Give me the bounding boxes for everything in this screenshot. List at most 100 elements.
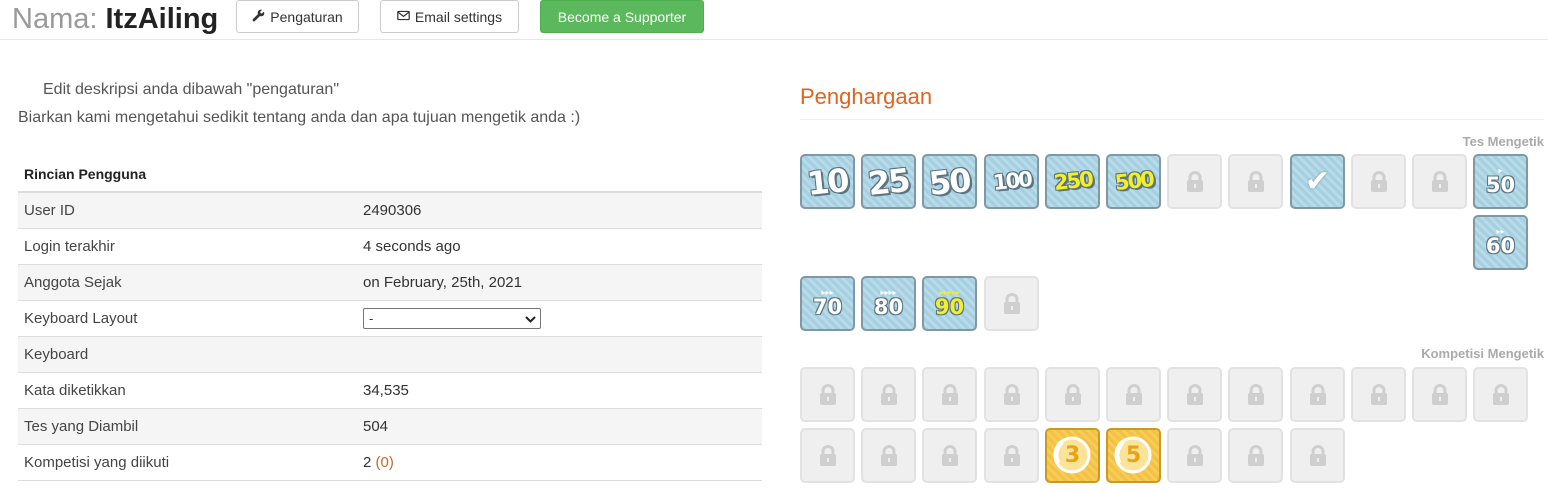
tests-count-award-badge[interactable]: 100 [984,154,1039,209]
competitions-extra: (0) [375,454,394,471]
locked-award-badge[interactable] [1167,367,1222,422]
badge-number: 60 [1485,234,1516,258]
locked-award-badge[interactable] [800,367,855,422]
locked-award-badge[interactable] [800,428,855,483]
locked-award-badge[interactable] [1167,428,1222,483]
badge-number: 250 [1052,167,1093,195]
locked-award-badge[interactable] [1228,154,1283,209]
speed-award-badge[interactable]: ▸▸▸▸▸ 90 [922,276,977,331]
locked-award-badge[interactable] [1412,154,1467,209]
badge-number: 100 [991,167,1032,195]
tests-count-award-badge[interactable]: 50 [922,154,977,209]
tests-count-award-badge[interactable]: 500 [1106,154,1161,209]
description-line-1: Edit deskripsi anda dibawah "pengaturan" [43,81,339,98]
lock-icon [1001,292,1023,316]
settings-button-label: Pengaturan [270,8,343,25]
speed-award-badge[interactable]: ▸▸▸▸ 80 [861,276,916,331]
lock-icon [1368,383,1390,407]
lock-icon [1184,444,1206,468]
locked-award-badge[interactable] [1351,154,1406,209]
supporter-button-label: Become a Supporter [557,8,687,25]
lock-icon [1245,170,1267,194]
competition-award-badge[interactable]: 5 [1106,428,1161,483]
lock-icon [817,444,839,468]
become-supporter-button[interactable]: Become a Supporter [540,0,704,33]
description-line-2: Biarkan kami mengetahui sedikit tentang … [18,109,581,126]
speed-award-badge[interactable]: ▸▸ 60 [1473,215,1528,270]
speed-award-badge[interactable]: ▸ 50 [1473,154,1528,209]
tests-count-award-badge[interactable]: 250 [1045,154,1100,209]
competitions-label: Kompetisi yang diikuti [24,454,170,471]
table-row: Keyboard Layout - [18,301,762,337]
accuracy-award-badge[interactable]: ✔ [1290,154,1345,209]
table-row: Login terakhir 4 seconds ago [18,229,762,265]
keyboard-layout-cell: - [363,308,762,329]
lock-icon [1368,170,1390,194]
badge-number: 500 [1113,167,1154,195]
locked-award-badge[interactable] [1473,367,1528,422]
keyboard-layout-selected: - [369,311,374,326]
words-typed-label: Kata diketikkan [24,382,126,399]
lock-icon [1307,383,1329,407]
keyboard-layout-select[interactable]: - [363,308,541,329]
settings-button[interactable]: Pengaturan [236,0,359,33]
table-row: Kata diketikkan 34,535 [18,373,762,409]
lock-icon [1184,383,1206,407]
locked-award-badge[interactable] [1351,367,1406,422]
lock-icon [1062,383,1084,407]
lock-icon [1429,170,1451,194]
locked-award-badge[interactable] [984,367,1039,422]
locked-award-badge[interactable] [1045,367,1100,422]
lock-icon [1001,383,1023,407]
page-title: Nama: ItzAiling [12,2,218,36]
lock-icon [1245,444,1267,468]
tests-count-award-badge[interactable]: 10 [800,154,855,209]
badge-number: 50 [1485,173,1516,197]
tests-count-award-badge[interactable]: 25 [861,154,916,209]
locked-award-badge[interactable] [1167,154,1222,209]
words-typed-value: 34,535 [363,382,409,399]
lock-icon [1184,170,1206,194]
badge-number: 10 [805,160,850,203]
locked-award-badge[interactable] [1290,367,1345,422]
lock-icon [1123,383,1145,407]
table-row: Keyboard [18,337,762,373]
envelope-icon [397,9,410,25]
user-details-heading: Rincian Pengguna [18,158,762,193]
locked-award-badge[interactable] [1290,428,1345,483]
locked-award-badge[interactable] [1228,428,1283,483]
email-settings-label: Email settings [414,8,503,25]
locked-award-badge[interactable] [1106,367,1161,422]
profile-header: Nama: ItzAiling Pengaturan Email setting… [0,0,1548,40]
lock-icon [939,444,961,468]
speed-award-badge[interactable]: ▸▸▸ 70 [800,276,855,331]
badge-number: 25 [866,160,911,203]
badge-number: 5 [1125,443,1142,468]
badge-number: 70 [812,295,843,319]
locked-award-badge[interactable] [984,276,1039,331]
locked-award-badge[interactable] [1228,367,1283,422]
lock-icon [1307,444,1329,468]
badge-number: 80 [873,295,904,319]
checkmark-icon: ✔ [1304,165,1331,198]
locked-award-badge[interactable] [922,367,977,422]
locked-award-badge[interactable] [861,367,916,422]
locked-award-badge[interactable] [861,428,916,483]
tests-taken-value: 504 [363,418,389,435]
badge-number: 90 [934,295,965,319]
locked-award-badge[interactable] [1412,367,1467,422]
tests-taken-label: Tes yang Diambil [24,418,139,435]
awards-title: Penghargaan [800,84,933,109]
chevron-down-icon [525,311,536,326]
lock-icon [939,383,961,407]
table-row: Tes yang Diambil 504 [18,409,762,445]
competitions-value: 2 [363,454,372,471]
member-since-label: Anggota Sejak [24,274,122,291]
competition-award-badge[interactable]: 3 [1045,428,1100,483]
lock-icon [1001,444,1023,468]
email-settings-button[interactable]: Email settings [380,0,519,33]
locked-award-badge[interactable] [922,428,977,483]
keyboard-label: Keyboard [24,346,89,363]
last-login-label: Login terakhir [24,238,115,255]
locked-award-badge[interactable] [984,428,1039,483]
